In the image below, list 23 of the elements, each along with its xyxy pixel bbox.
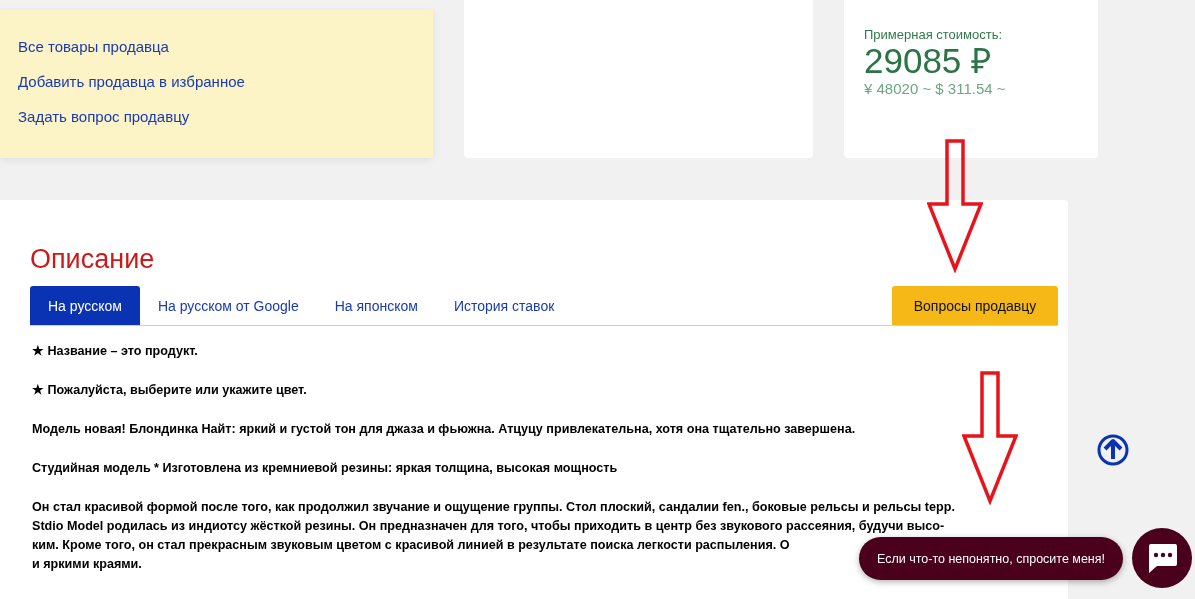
seller-link[interactable]: Задать вопрос продавцу — [18, 107, 190, 126]
description-tab[interactable]: История ставок — [435, 286, 573, 325]
description-line: Студийная модель * Изготовлена из кремниевой резины: яркая толщина, высокая мощность — [32, 460, 618, 477]
seller-link[interactable]: Добавить продавца в избранное — [18, 72, 245, 91]
description-line: Он стал красивой формой после того, как продолжил звучание и ощущение группы. Стол плоский, сандалии fen., боковые рельсы и рельсы tepp. — [32, 499, 955, 516]
description-tab[interactable]: На русском от Google — [139, 286, 317, 325]
price-amount: 29085 ₽ — [864, 42, 993, 80]
description-line: и яркими краями. — [32, 556, 142, 573]
chat-prompt[interactable]: Если что-то непонятно, спросите меня! — [859, 537, 1123, 580]
description-line: ким. Кроме того, он стал прекрасным звуковым цветом с красивой линией в результате поиска легкости распыления. О — [32, 537, 790, 554]
chat-button[interactable] — [1132, 528, 1192, 588]
description-line: ★ Название – это продукт. — [32, 343, 198, 360]
description-tab[interactable]: На русском — [30, 286, 140, 325]
seller-link[interactable]: Все товары продавца — [18, 37, 169, 56]
price-other-currencies: ¥ 48020 ~ $ 311.54 ~ — [864, 80, 1007, 97]
scroll-to-top-icon[interactable] — [1097, 434, 1129, 466]
description-title: Описание — [30, 243, 155, 276]
price-label: Примерная стоимость: — [864, 27, 1004, 42]
description-line: Модель новая! Блондинка Найт: яркий и густой тон для джаза и фьюжна. Атцуцу привлекательна, хотя она тщательно завершена. — [32, 421, 856, 438]
description-line: ★ Пожалуйста, выберите или укажите цвет. — [32, 382, 307, 399]
description-line: Stdio Model родилась из индиотсу жёсткой резины. Он предназначен для того, чтобы приходить в центр без звукового рассеяния, будучи высо- — [32, 518, 945, 535]
ask-seller-button[interactable]: Вопросы продавцу — [892, 286, 1058, 325]
description-tab[interactable]: На японском — [316, 286, 436, 325]
